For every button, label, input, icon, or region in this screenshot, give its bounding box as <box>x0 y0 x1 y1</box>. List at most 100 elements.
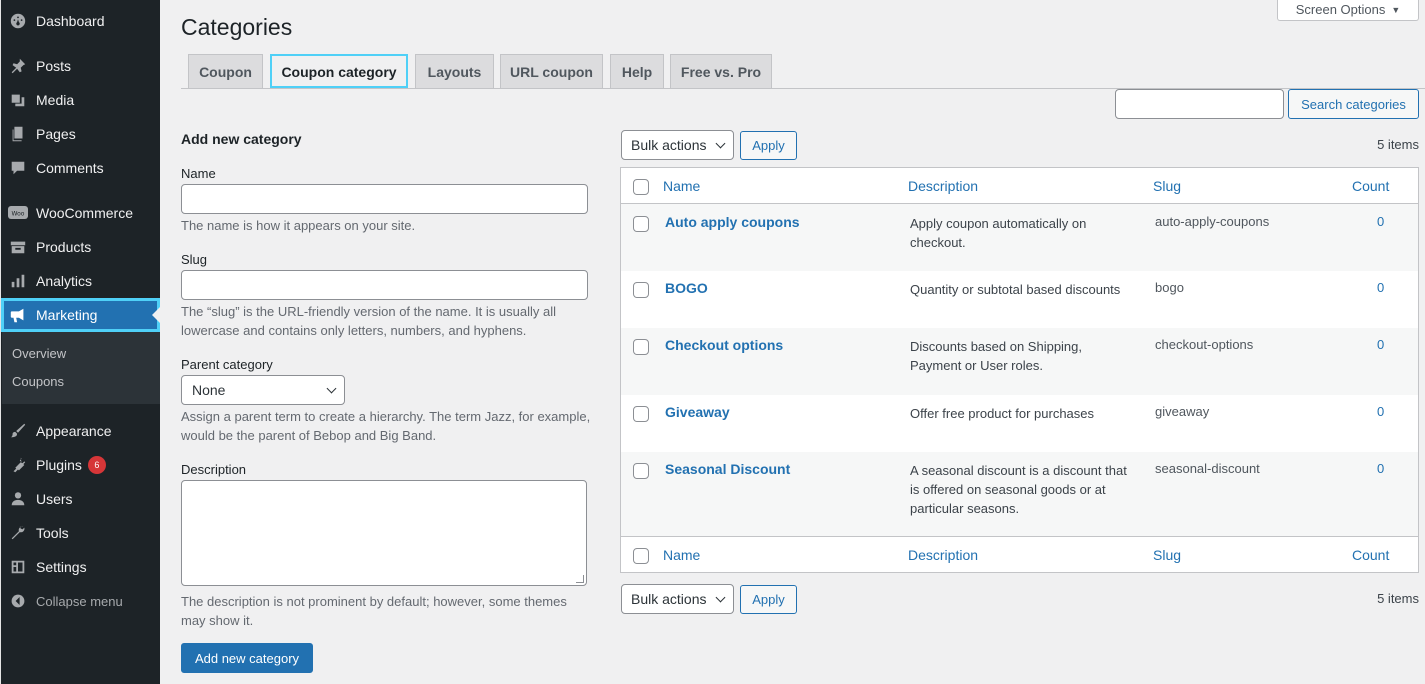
category-name-link[interactable]: Auto apply coupons <box>665 214 800 230</box>
parent-category-value: None <box>192 382 226 398</box>
sidebar-item-marketing[interactable]: Marketing <box>1 298 160 332</box>
chevron-down-icon <box>715 592 726 603</box>
row-checkbox[interactable] <box>633 463 649 479</box>
category-description: Discounts based on Shipping, Payment or … <box>910 339 1083 373</box>
category-name-link[interactable]: Checkout options <box>665 337 783 353</box>
name-label: Name <box>181 166 216 181</box>
bulk-actions-select-top[interactable]: Bulk actions <box>621 130 734 160</box>
sidebar-item-label: Users <box>36 491 73 507</box>
select-all-checkbox[interactable] <box>633 548 649 564</box>
sidebar-item-settings[interactable]: Settings <box>1 550 160 584</box>
description-textarea[interactable] <box>181 480 587 586</box>
apply-button-bottom[interactable]: Apply <box>740 585 797 614</box>
column-footer-description[interactable]: Description <box>908 547 978 563</box>
category-count-link[interactable]: 0 <box>1377 214 1384 229</box>
row-checkbox[interactable] <box>633 406 649 422</box>
dashboard-icon <box>8 11 28 31</box>
sidebar-item-products[interactable]: Products <box>1 230 160 264</box>
plugins-update-badge: 6 <box>87 456 106 474</box>
brush-icon <box>8 421 28 441</box>
search-categories-button[interactable]: Search categories <box>1288 89 1419 119</box>
row-checkbox[interactable] <box>633 216 649 232</box>
resize-handle-icon[interactable] <box>576 575 584 583</box>
collapse-menu-button[interactable]: Collapse menu <box>1 584 160 618</box>
table-footer: Name Description Slug Count <box>621 536 1418 572</box>
wrench-icon <box>8 523 28 543</box>
column-header-name[interactable]: Name <box>663 178 700 194</box>
tab-coupon[interactable]: Coupon <box>188 54 263 88</box>
parent-category-select[interactable]: None <box>181 375 345 405</box>
column-footer-name[interactable]: Name <box>663 547 700 563</box>
slug-field[interactable] <box>181 270 588 300</box>
sidebar-item-posts[interactable]: Posts <box>1 49 160 83</box>
sidebar-item-dashboard[interactable]: Dashboard <box>1 4 160 38</box>
caret-down-icon: ▼ <box>1391 4 1401 15</box>
sidebar-item-plugins[interactable]: Plugins 6 <box>1 448 160 482</box>
category-count-link[interactable]: 0 <box>1377 337 1384 352</box>
category-name-link[interactable]: BOGO <box>665 280 708 296</box>
column-footer-slug[interactable]: Slug <box>1153 547 1181 563</box>
tab-url-coupon[interactable]: URL coupon <box>500 54 603 88</box>
category-slug: auto-apply-coupons <box>1155 214 1270 229</box>
sidebar-item-label: Pages <box>36 126 76 142</box>
collapse-menu-label: Collapse menu <box>36 593 123 609</box>
tab-layouts[interactable]: Layouts <box>415 54 494 88</box>
screen-options-button[interactable]: Screen Options ▼ <box>1277 0 1419 21</box>
sidebar-item-label: Posts <box>36 58 72 74</box>
sidebar-item-comments[interactable]: Comments <box>1 151 160 185</box>
sidebar-item-analytics[interactable]: Analytics <box>1 264 160 298</box>
table-row: Auto apply coupons Apply coupon automati… <box>621 204 1418 271</box>
select-all-checkbox[interactable] <box>633 179 649 195</box>
woocommerce-icon: Woo <box>8 203 28 223</box>
category-slug: giveaway <box>1155 404 1210 419</box>
tab-coupon-category[interactable]: Coupon category <box>270 54 408 88</box>
sidebar-item-label: Dashboard <box>36 13 105 29</box>
row-checkbox[interactable] <box>633 339 649 355</box>
tab-free-vs-pro[interactable]: Free vs. Pro <box>670 54 772 88</box>
marketing-submenu: Overview Coupons <box>2 332 160 404</box>
apply-button-top[interactable]: Apply <box>740 131 797 160</box>
category-count-link[interactable]: 0 <box>1377 461 1384 476</box>
page-title: Categories <box>181 14 293 40</box>
column-header-count[interactable]: Count <box>1352 178 1389 194</box>
category-count-link[interactable]: 0 <box>1377 280 1384 295</box>
row-checkbox[interactable] <box>633 282 649 298</box>
category-slug: checkout-options <box>1155 337 1254 352</box>
category-slug: seasonal-discount <box>1155 461 1260 476</box>
sidebar-item-label: Settings <box>36 559 87 575</box>
sidebar-item-label: Comments <box>36 160 104 176</box>
category-name-link[interactable]: Seasonal Discount <box>665 461 790 477</box>
sidebar-item-woocommerce[interactable]: Woo WooCommerce <box>1 196 160 230</box>
submenu-item-overview[interactable]: Overview <box>12 346 66 361</box>
items-count-top: 5 items <box>1377 137 1419 152</box>
column-header-slug[interactable]: Slug <box>1153 178 1181 194</box>
search-input[interactable] <box>1115 89 1284 119</box>
column-header-description[interactable]: Description <box>908 178 978 194</box>
sidebar-item-media[interactable]: Media <box>1 83 160 117</box>
megaphone-icon <box>8 305 28 325</box>
users-icon <box>8 489 28 509</box>
bulk-actions-select-bottom[interactable]: Bulk actions <box>621 584 734 614</box>
category-name-link[interactable]: Giveaway <box>665 404 730 420</box>
submenu-item-coupons[interactable]: Coupons <box>12 374 64 389</box>
products-icon <box>8 237 28 257</box>
sidebar-item-label: Media <box>36 92 75 108</box>
name-field[interactable] <box>181 184 588 214</box>
category-count-link[interactable]: 0 <box>1377 404 1384 419</box>
category-slug: bogo <box>1155 280 1184 295</box>
table-row: Seasonal Discount A seasonal discount is… <box>621 452 1418 536</box>
svg-text:Woo: Woo <box>12 211 25 218</box>
add-new-category-button[interactable]: Add new category <box>181 643 313 673</box>
sidebar-item-tools[interactable]: Tools <box>1 516 160 550</box>
category-description: Quantity or subtotal based discounts <box>910 282 1121 297</box>
sidebar-item-pages[interactable]: Pages <box>1 117 160 151</box>
table-row: BOGO Quantity or subtotal based discount… <box>621 271 1418 328</box>
tab-help[interactable]: Help <box>610 54 664 88</box>
sidebar-item-users[interactable]: Users <box>1 482 160 516</box>
sidebar-item-label: Appearance <box>36 423 112 439</box>
analytics-icon <box>8 271 28 291</box>
category-description: A seasonal discount is a discount that i… <box>910 463 1127 516</box>
sidebar-item-appearance[interactable]: Appearance <box>1 414 160 448</box>
collapse-icon <box>8 591 28 611</box>
column-footer-count[interactable]: Count <box>1352 547 1389 563</box>
